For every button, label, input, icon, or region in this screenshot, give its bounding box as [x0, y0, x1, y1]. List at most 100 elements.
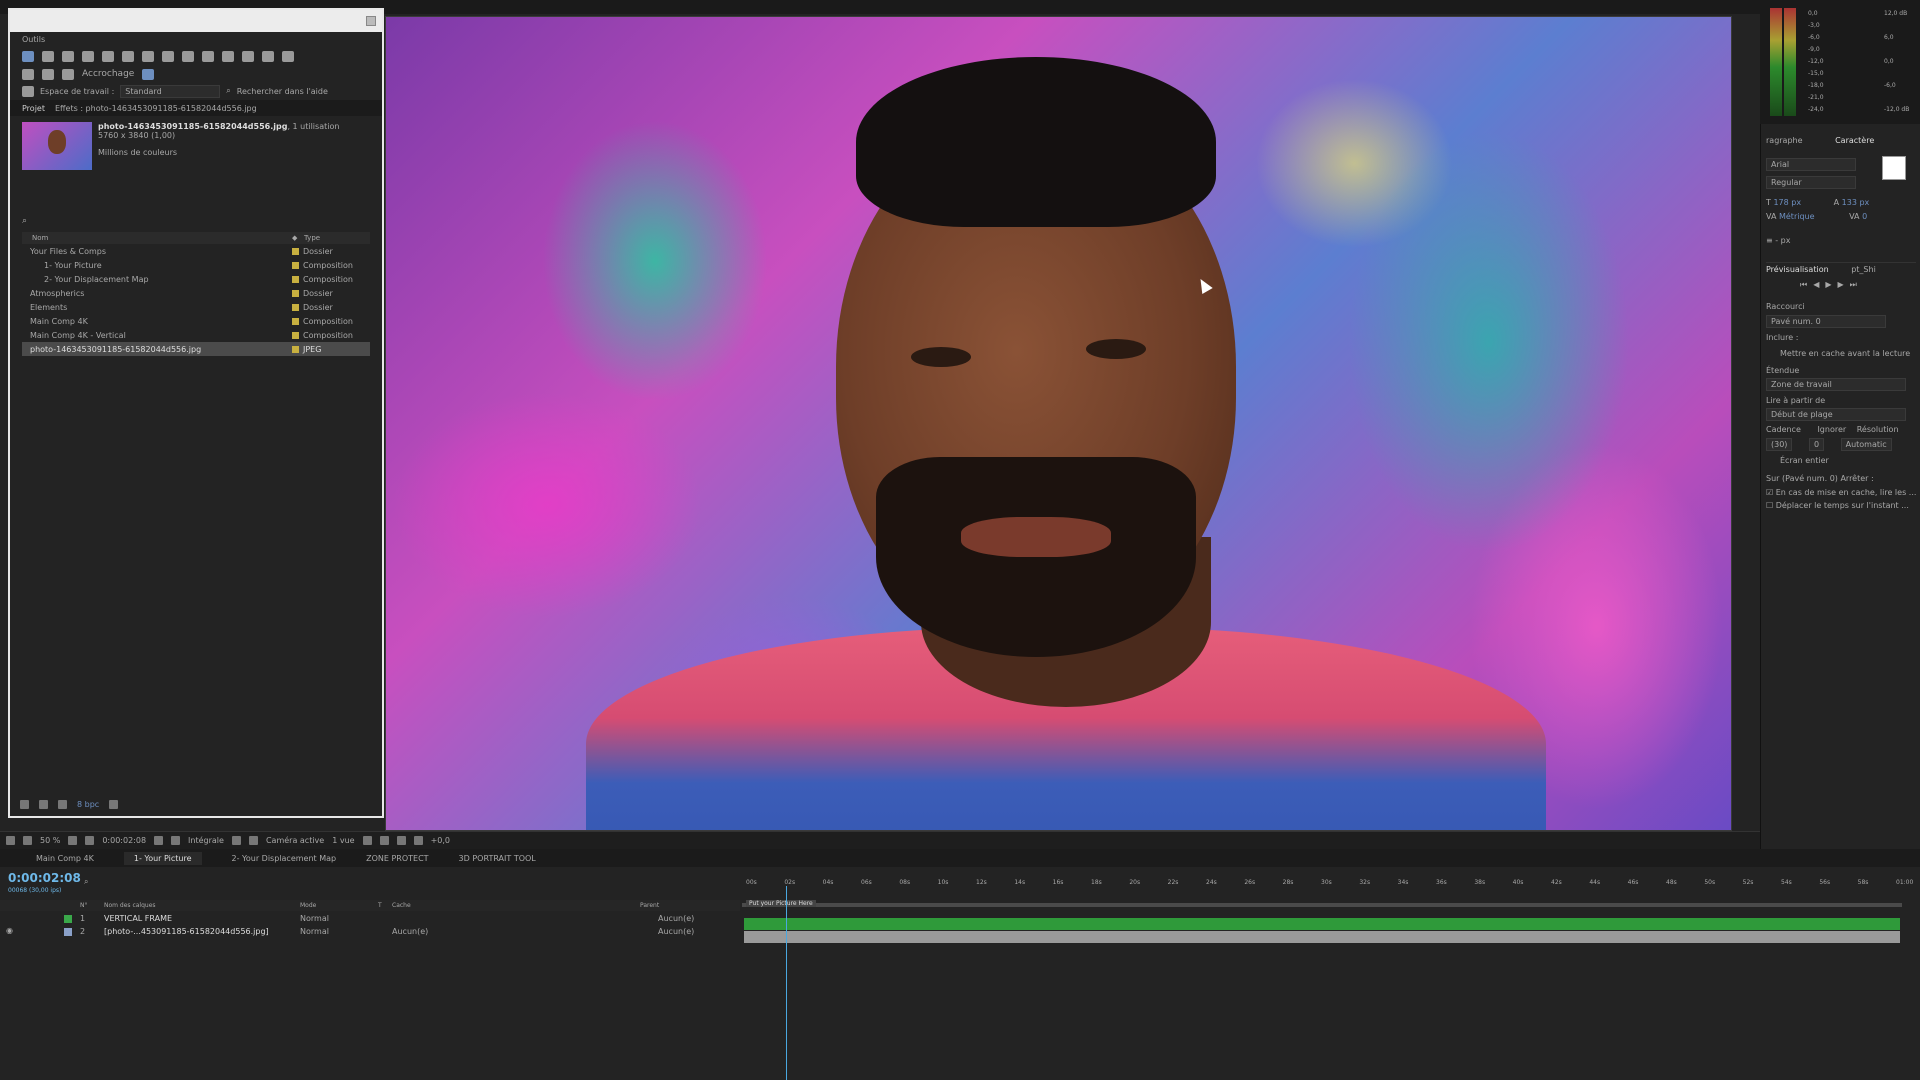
timeline-timecode[interactable]: 0:00:02:08 — [8, 871, 81, 885]
label-swatch[interactable] — [292, 247, 299, 255]
axis-local-icon[interactable] — [22, 68, 34, 80]
fill-color-swatch[interactable] — [1882, 156, 1906, 180]
camera-dropdown[interactable]: Caméra active — [266, 836, 324, 845]
column-mode[interactable]: Mode — [300, 902, 316, 909]
last-frame-icon[interactable]: ⏭ — [1850, 280, 1863, 289]
tab-preview[interactable]: Prévisualisation — [1766, 265, 1829, 274]
project-item[interactable]: 1- Your Picture Composition — [22, 258, 370, 272]
label-swatch[interactable] — [292, 303, 299, 311]
project-item[interactable]: Main Comp 4K - Vertical Composition — [22, 328, 370, 342]
kerning-value[interactable]: Métrique — [1779, 212, 1815, 221]
project-search[interactable]: ⌕ — [22, 212, 370, 230]
checkbox-icon[interactable]: ☑ — [1766, 488, 1773, 497]
play-from-dropdown[interactable]: Début de plage — [1766, 408, 1906, 421]
layer-parent-dropdown[interactable]: Aucun(e) — [658, 927, 694, 936]
time-ruler[interactable]: 00s 02s 04s 06s 08s 10s 12s 14s 16s 18s 20s 22s 24s 2… — [742, 877, 1913, 899]
frame-rate-dropdown[interactable]: (30) — [1766, 438, 1793, 451]
project-item[interactable]: Your Files & Comps Dossier — [22, 244, 370, 258]
layer-parent-dropdown[interactable]: Aucun(e) — [658, 914, 694, 923]
search-icon[interactable]: ⌕ — [226, 86, 230, 96]
timeline-tab[interactable]: 1- Your Picture — [123, 851, 202, 865]
visibility-eye-icon[interactable]: ◉ — [6, 926, 13, 935]
new-comp-icon[interactable] — [58, 799, 67, 809]
project-item[interactable]: Main Comp 4K Composition — [22, 314, 370, 328]
flowchart-icon[interactable] — [396, 836, 406, 845]
pan-behind-tool-icon[interactable] — [122, 50, 134, 62]
font-size-value[interactable]: 178 px — [1773, 198, 1801, 207]
layer-number[interactable]: 2 — [80, 927, 85, 936]
cache-before-option[interactable]: Mettre en cache avant la lecture — [1780, 349, 1910, 358]
label-swatch[interactable] — [292, 317, 299, 325]
tab-paragraph[interactable]: ragraphe — [1766, 136, 1803, 145]
bpc-button[interactable]: 8 bpc — [77, 800, 99, 809]
region-icon[interactable] — [85, 836, 95, 845]
search-icon[interactable]: ⌕ — [84, 877, 88, 887]
tracking-value[interactable]: 0 — [1862, 212, 1867, 221]
views-dropdown[interactable]: 1 vue — [332, 836, 354, 845]
prev-frame-icon[interactable]: ◀ — [1813, 280, 1825, 289]
camera-snapshot-icon[interactable] — [154, 836, 164, 845]
full-screen-option[interactable]: Écran entier — [1780, 456, 1829, 465]
pen-tool-icon[interactable] — [162, 50, 174, 62]
option-move-time[interactable]: ☐ Déplacer le temps sur l'instant ... — [1766, 501, 1909, 510]
timeline-graph[interactable]: 00s 02s 04s 06s 08s 10s 12s 14s 16s 18s 20s 22s 24s 2… — [742, 867, 1920, 1080]
option-cache-play[interactable]: ☑ En cas de mise en cache, lire les ... — [1766, 488, 1916, 497]
label-swatch[interactable] — [292, 261, 299, 269]
layer-cache-dropdown[interactable]: Aucun(e) — [392, 927, 428, 936]
timeline-tab[interactable]: Main Comp 4K — [36, 854, 94, 863]
project-item[interactable]: photo-1463453091185-61582044d556.jpg JPEG — [22, 342, 370, 356]
puppet-pin-tool-icon[interactable] — [282, 50, 294, 62]
work-area-bar[interactable] — [742, 903, 1902, 907]
axis-view-icon[interactable] — [62, 68, 74, 80]
transparency-grid-icon[interactable] — [231, 836, 241, 845]
layer-row[interactable]: 1 VERTICAL FRAME Normal Aucun(e) — [0, 912, 740, 925]
playhead[interactable] — [786, 886, 787, 1080]
font-family-dropdown[interactable]: Arial — [1766, 158, 1856, 171]
workspace-dropdown[interactable]: Standard — [120, 84, 221, 98]
label-swatch[interactable] — [292, 275, 299, 283]
snap-icon[interactable] — [142, 68, 155, 80]
rectangle-tool-icon[interactable] — [142, 50, 154, 62]
project-item[interactable]: Atmospherics Dossier — [22, 286, 370, 300]
new-folder-icon[interactable] — [39, 799, 48, 809]
channel-icon[interactable] — [379, 836, 389, 845]
stroke-width-value[interactable]: - px — [1775, 236, 1790, 245]
monitor-icon[interactable] — [23, 836, 32, 845]
brush-tool-icon[interactable] — [202, 50, 214, 62]
layer-label-swatch[interactable] — [64, 915, 72, 923]
layer-row[interactable]: 2 [photo-...453091185-61582044d556.jpg] No… — [0, 925, 740, 938]
zoom-dropdown[interactable]: 50 % — [40, 836, 60, 845]
3d-view-icon[interactable] — [248, 836, 258, 845]
tab-character[interactable]: Caractère — [1835, 136, 1874, 145]
column-cache[interactable]: Cache — [392, 902, 411, 909]
layer-bar-vertical-frame[interactable] — [744, 918, 1900, 930]
clone-stamp-tool-icon[interactable] — [222, 50, 234, 62]
timeline-tab[interactable]: ZONE PROTECT — [366, 854, 428, 863]
play-icon[interactable]: ▶ — [1825, 280, 1837, 289]
grid-icon[interactable] — [6, 836, 15, 845]
project-item[interactable]: Elements Dossier — [22, 300, 370, 314]
composition-viewer[interactable] — [385, 16, 1732, 831]
timeline-tab[interactable]: 2- Your Displacement Map — [232, 854, 337, 863]
column-parent[interactable]: Parent — [640, 902, 659, 909]
font-style-dropdown[interactable]: Regular — [1766, 176, 1856, 189]
first-frame-icon[interactable]: ⏮ — [1800, 280, 1813, 289]
leading-value[interactable]: 133 px — [1842, 198, 1870, 207]
axis-world-icon[interactable] — [42, 68, 54, 80]
camera-tool-icon[interactable] — [102, 50, 114, 62]
trash-icon[interactable] — [109, 799, 119, 809]
layer-mode-dropdown[interactable]: Normal — [300, 927, 329, 936]
range-dropdown[interactable]: Zone de travail — [1766, 378, 1906, 391]
viewer-timecode[interactable]: 0:00:02:08 — [102, 836, 146, 845]
column-name[interactable]: Nom — [22, 234, 292, 242]
snapping-toggle[interactable]: Accrochage — [82, 69, 134, 79]
tab-effects[interactable]: Effets : photo-1463453091185-61582044d55… — [55, 104, 257, 113]
skip-dropdown[interactable]: 0 — [1808, 438, 1825, 451]
search-help-field[interactable]: Rechercher dans l'aide — [237, 87, 328, 96]
layer-name[interactable]: VERTICAL FRAME — [104, 914, 172, 923]
tab-pt-shi[interactable]: pt_Shi — [1851, 265, 1876, 274]
fit-icon[interactable] — [68, 836, 78, 845]
label-swatch[interactable] — [292, 331, 299, 339]
checkbox-icon[interactable]: ☐ — [1766, 501, 1773, 510]
tab-project[interactable]: Projet — [22, 104, 45, 113]
